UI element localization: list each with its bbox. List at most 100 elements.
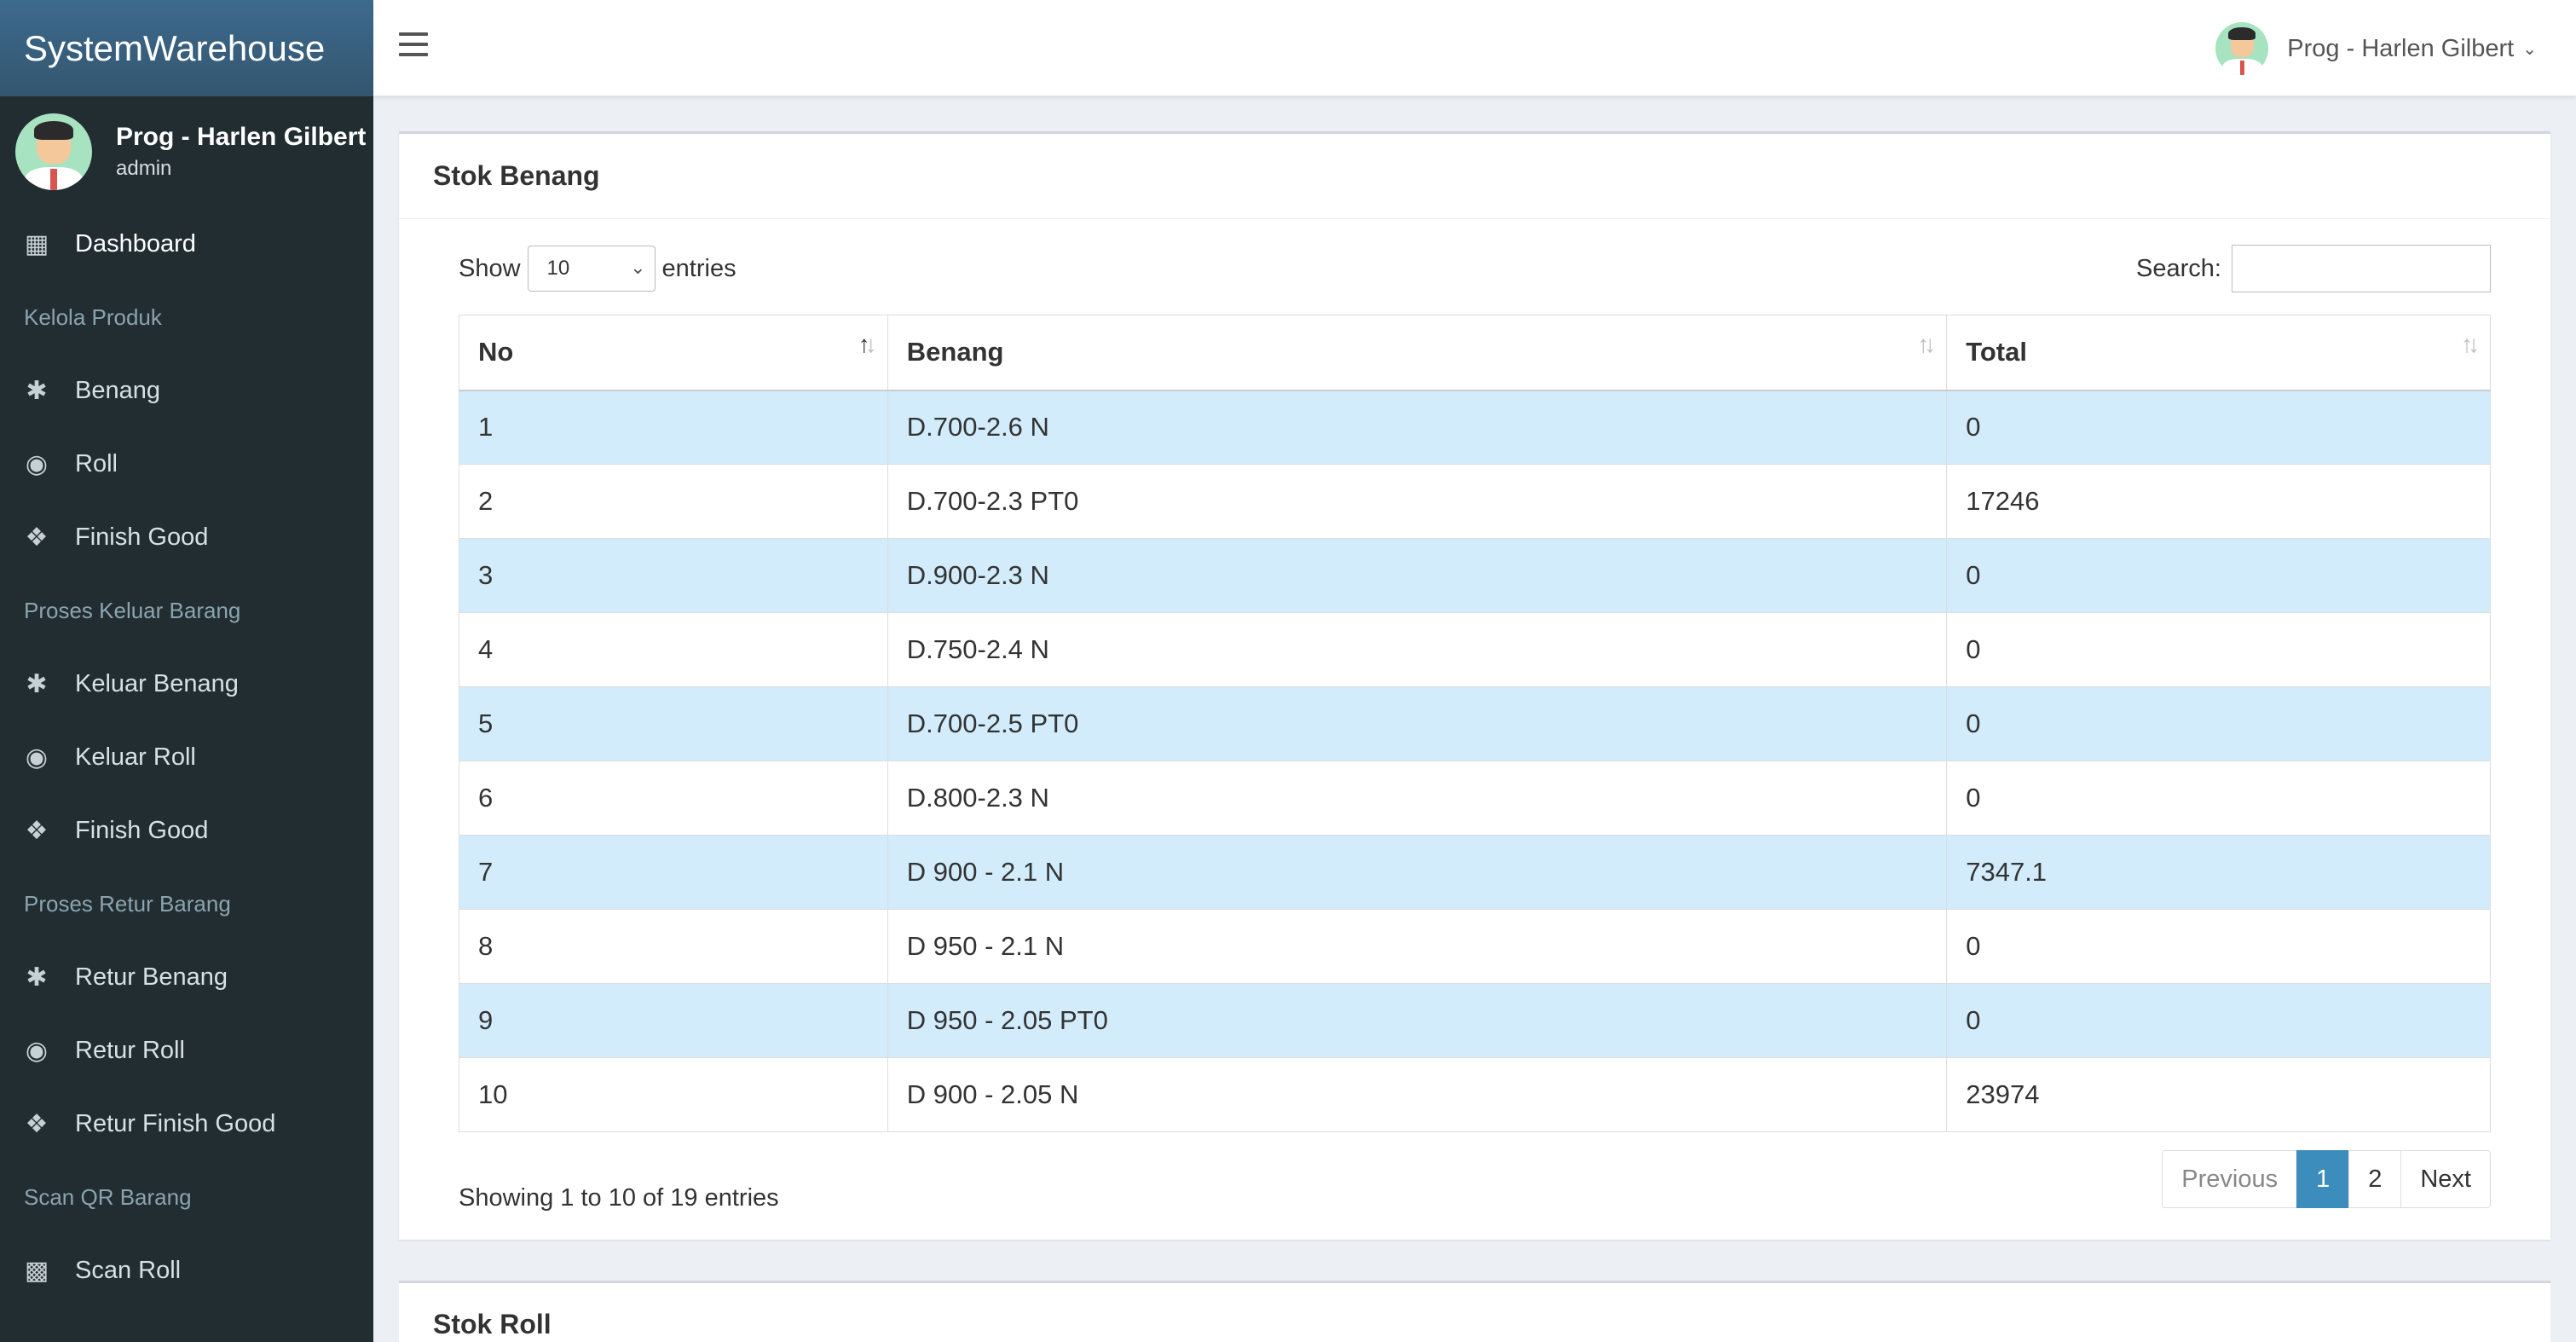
sidebar-item-label: Keluar Roll: [75, 743, 196, 771]
user-name: Prog - Harlen Gilbert: [116, 123, 367, 151]
table-info: Showing 1 to 10 of 19 entries: [459, 1184, 779, 1212]
sidebar-item-retur-finish-good[interactable]: ❖ Retur Finish Good: [0, 1087, 373, 1160]
sidebar-item-keluar-benang[interactable]: ✱ Keluar Benang: [0, 647, 373, 720]
search-label: Search:: [2136, 254, 2221, 282]
table-cell: 0: [1946, 761, 2491, 836]
box-title: Stok Roll: [433, 1309, 552, 1339]
sidebar-item-label: Benang: [75, 376, 160, 404]
entries-length-value: 10: [546, 257, 570, 280]
table-cell: D 900 - 2.05 N: [887, 1057, 1948, 1132]
avatar: [15, 113, 92, 190]
sidebar-item-label: Retur Finish Good: [75, 1109, 276, 1137]
table-cell: D.700-2.3 PT0: [887, 464, 1948, 539]
table-row: 7D 900 - 2.1 N 7347.1: [459, 835, 2491, 910]
puzzle-icon: ❖: [25, 816, 49, 845]
table-cell: D.700-2.6 N: [887, 390, 1948, 465]
table-cell: 8: [459, 909, 888, 984]
table-row: 10 D 900 - 2.05 N 23974: [459, 1057, 2491, 1132]
entries-label: entries: [661, 254, 736, 282]
table-cell: 23974: [1946, 1057, 2491, 1132]
avatar: [2215, 22, 2269, 75]
sidebar-item-roll[interactable]: ◉ Roll: [0, 427, 373, 500]
sidebar-item-label: Keluar Benang: [75, 669, 239, 697]
sidebar-item-label: Roll: [75, 449, 118, 477]
sidebar-item-label: Dashboard: [75, 229, 196, 257]
pagination: Previous 1 2 Next: [2162, 1150, 2491, 1208]
table-cell: 4: [459, 612, 888, 687]
circle-dot-icon: ◉: [25, 449, 49, 478]
table-cell: 0: [1946, 909, 2491, 984]
user-menu-label: Prog - Harlen Gilbert: [2287, 34, 2515, 62]
entries-length-select[interactable]: 10 ⌄: [527, 246, 656, 292]
previous-button[interactable]: Previous: [2162, 1150, 2298, 1208]
menu-section-header: Kelola Produk: [24, 304, 162, 330]
table-cell: 0: [1946, 390, 2491, 465]
sidebar-item-keluar-roll[interactable]: ◉ Keluar Roll: [0, 720, 373, 794]
sidebar-item-label: Finish Good: [75, 816, 209, 844]
puzzle-icon: ❖: [25, 523, 49, 552]
sidebar-item-dashboard[interactable]: ▦ Dashboard: [0, 207, 373, 281]
asterisk-icon: ✱: [26, 376, 48, 405]
table-cell: 7347.1: [1946, 835, 2491, 910]
table-cell: 9: [459, 983, 888, 1058]
menu-toggle-icon[interactable]: [399, 32, 428, 58]
next-button[interactable]: Next: [2400, 1150, 2491, 1208]
puzzle-icon: ❖: [25, 1109, 49, 1138]
table-cell: 3: [459, 538, 888, 613]
column-header-benang[interactable]: Benang ↑↓: [887, 315, 1948, 391]
table-cell: D.700-2.5 PT0: [887, 686, 1948, 761]
sidebar-menu: ▦ Dashboard Kelola Produk ✱ Benang ◉ Roll ❖ Fini…: [0, 207, 373, 1307]
table-row: 5 D.700-2.5 PT0 0: [459, 686, 2491, 761]
table-cell: 7: [459, 835, 888, 910]
sidebar-item-label: Scan Roll: [75, 1256, 182, 1284]
box-title: Stok Benang: [433, 160, 600, 191]
sidebar-item-label: Retur Benang: [75, 963, 228, 991]
table-cell: D 950 - 2.1 N: [887, 909, 1948, 984]
qr-code-icon: ▩: [24, 1256, 49, 1285]
circle-dot-icon: ◉: [25, 1036, 49, 1065]
asterisk-icon: ✱: [26, 669, 48, 698]
sidebar-item-label: Finish Good: [75, 523, 209, 551]
table-row: 1 D.700-2.6 N0: [459, 390, 2491, 465]
table-cell: D.900-2.3 N: [887, 538, 1948, 613]
page-2-button[interactable]: 2: [2348, 1150, 2402, 1208]
table-cell: 2: [459, 464, 888, 539]
column-header-label: Total: [1966, 337, 2027, 367]
table-row: 3 D.900-2.3 N0: [459, 538, 2491, 613]
user-menu[interactable]: Prog - Harlen Gilbert ⌄: [2215, 22, 2537, 75]
sidebar-item-retur-benang[interactable]: ✱ Retur Benang: [0, 940, 373, 1014]
circle-dot-icon: ◉: [25, 743, 49, 772]
sidebar-item-finish-good[interactable]: ❖ Finish Good: [0, 500, 373, 574]
sort-icon: ↑↓: [858, 331, 877, 357]
dashboard-icon: ▦: [24, 229, 49, 258]
chevron-down-icon: ⌄: [630, 257, 646, 278]
table-row: 6 D.800-2.3 N0: [459, 761, 2491, 836]
table-cell: 17246: [1946, 464, 2491, 539]
table-row: 2 D.700-2.3 PT0 17246: [459, 464, 2491, 539]
table-cell: 0: [1946, 983, 2491, 1058]
stok-roll-box: Stok Roll: [399, 1281, 2550, 1342]
column-header-label: No: [478, 337, 514, 367]
column-header-no[interactable]: No ↑↓: [459, 315, 888, 391]
sidebar-item-scan-roll[interactable]: ▩ Scan Roll: [0, 1234, 373, 1307]
table-cell: D 900 - 2.1 N: [887, 835, 1948, 910]
page-1-button[interactable]: 1: [2296, 1150, 2350, 1208]
menu-section-header: Proses Retur Barang: [24, 890, 231, 917]
table-row: 9D 950 - 2.05 PT0 0: [459, 983, 2491, 1058]
column-header-total[interactable]: Total ↑↓: [1946, 315, 2491, 391]
user-panel: Prog - Harlen Gilbert admin: [0, 96, 373, 207]
sort-icon: ↑↓: [1917, 331, 1936, 357]
sidebar-item-finish-good[interactable]: ❖ Finish Good: [0, 794, 373, 867]
show-label: Show: [459, 254, 521, 282]
table-cell: 0: [1946, 612, 2491, 687]
table-cell: 1: [459, 390, 888, 465]
menu-section-header: Scan QR Barang: [24, 1183, 192, 1210]
top-navbar: Prog - Harlen Gilbert ⌄: [373, 0, 2576, 96]
sidebar-item-retur-roll[interactable]: ◉ Retur Roll: [0, 1014, 373, 1087]
sidebar-item-benang[interactable]: ✱ Benang: [0, 354, 373, 427]
brand-logo[interactable]: SystemWarehouse: [0, 0, 373, 96]
search-input[interactable]: [2232, 245, 2491, 292]
table-cell: D.800-2.3 N: [887, 761, 1948, 836]
table-cell: 5: [459, 686, 888, 761]
stok-benang-box: Stok Benang Show 10 ⌄ entries Search: No…: [399, 131, 2550, 1240]
